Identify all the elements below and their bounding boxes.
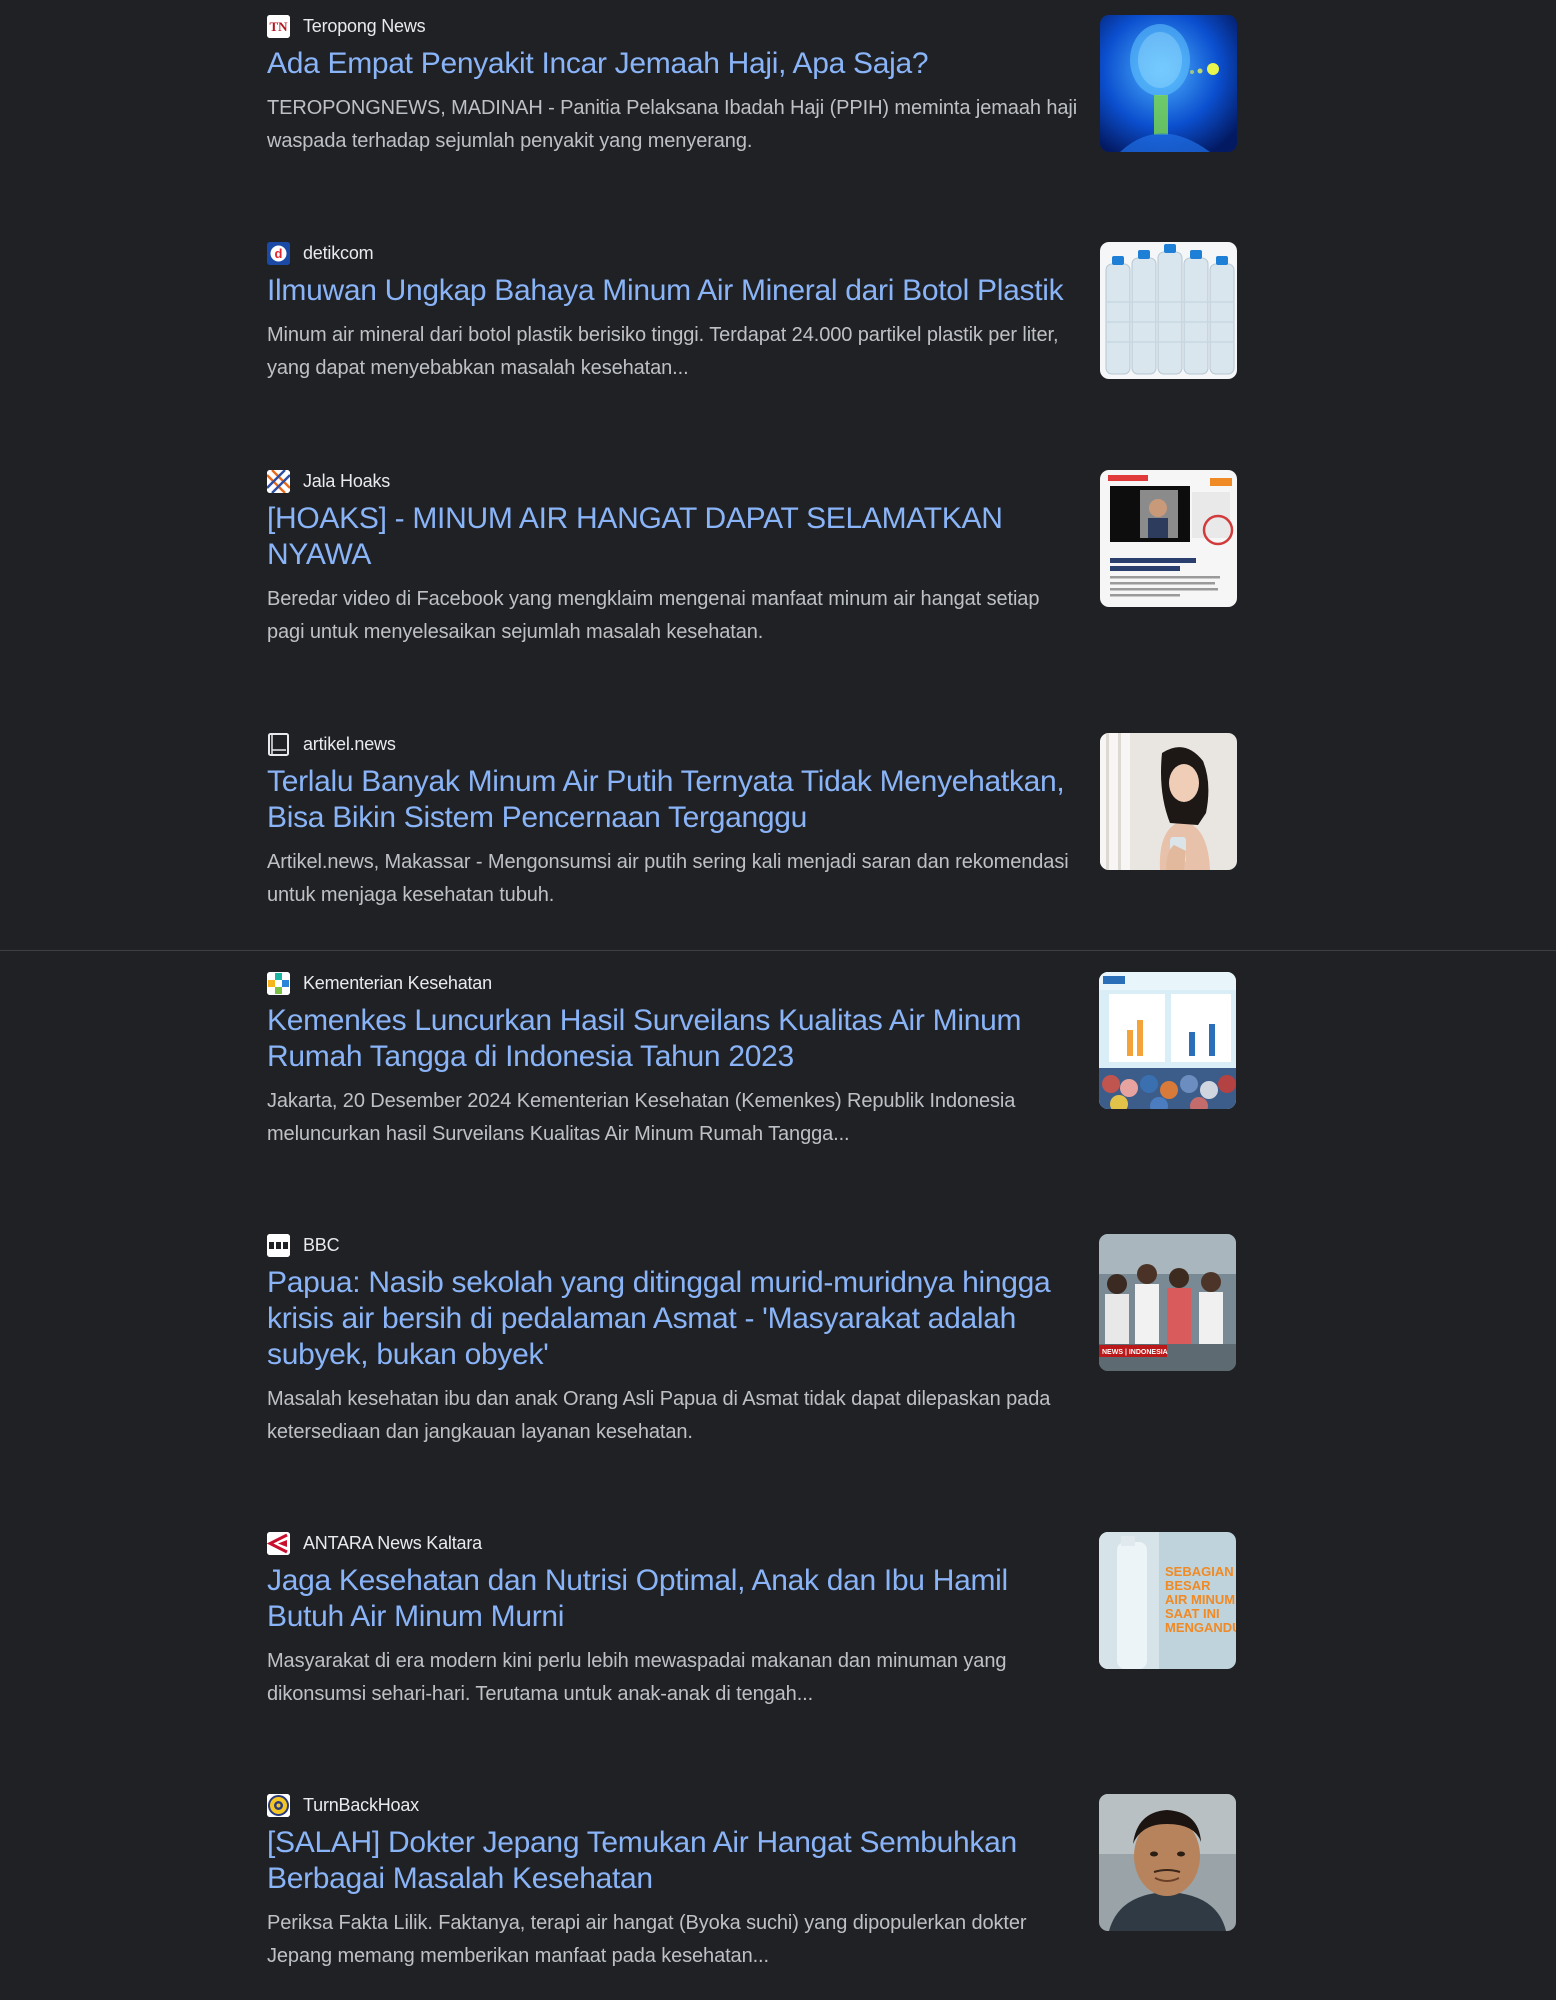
source-row[interactable]: artikel.news [267,732,1237,756]
source-name: Jala Hoaks [303,470,391,491]
article-title-link[interactable]: [SALAH] Dokter Jepang Temukan Air Hangat… [267,1825,1082,1897]
article-snippet: Minum air mineral dari botol plastik ber… [267,324,1059,379]
news-article-jala-hoaks: Jala Hoaks [HOAKS] - MINUM AIR HANGAT DA… [267,469,1237,649]
news-article-detikcom: d detikcom Ilmuwan Ungkap Bahaya Minum A… [267,241,1237,385]
source-row[interactable]: d detikcom [267,241,1237,265]
article-thumbnail[interactable] [1100,470,1237,607]
book-icon [267,732,290,756]
svg-text:MENGANDUN: MENGANDUN [1165,1620,1236,1635]
svg-text:NEWS | INDONESIA: NEWS | INDONESIA [1102,1349,1168,1356]
article-title-link[interactable]: Terlalu Banyak Minum Air Putih Ternyata … [267,764,1082,836]
article-snippet: Jakarta, 20 Desember 2024 Kementerian Ke… [267,1090,1016,1145]
detikcom-favicon-icon: d [267,241,290,265]
article-thumbnail[interactable] [1100,733,1237,870]
source-row[interactable]: TurnBackHoax [267,1793,1237,1817]
source-name: Kementerian Kesehatan [303,972,492,993]
article-snippet: Periksa Fakta Lilik. Faktanya, terapi ai… [267,1912,1027,1967]
source-row[interactable]: TN Teropong News [267,14,1237,38]
kemenkes-favicon-icon [267,971,290,995]
article-title-link[interactable]: Ilmuwan Ungkap Bahaya Minum Air Mineral … [267,273,1082,309]
source-row[interactable]: ANTARA News Kaltara [267,1531,1237,1555]
news-article-teropong: TN Teropong News Ada Empat Penyakit Inca… [267,14,1237,158]
article-snippet: Beredar video di Facebook yang mengklaim… [267,588,1040,643]
news-article-turnbackhoax: TurnBackHoax [SALAH] Dokter Jepang Temuk… [267,1793,1237,1973]
jala-hoaks-favicon-icon [267,469,290,493]
svg-text:SEBAGIAN: SEBAGIAN [1165,1564,1234,1579]
svg-text:BESAR: BESAR [1165,1578,1211,1593]
source-name: ANTARA News Kaltara [303,1532,482,1553]
source-name: BBC [303,1234,340,1255]
bbc-favicon-icon [267,1233,290,1257]
source-row[interactable]: Kementerian Kesehatan [267,971,1237,995]
news-feed: TN Teropong News Ada Empat Penyakit Inca… [0,0,1556,2000]
article-thumbnail[interactable] [1099,1794,1236,1931]
news-article-bbc: BBC Papua: Nasib sekolah yang ditinggal … [267,1233,1237,1449]
source-row[interactable]: BBC [267,1233,1237,1257]
source-row[interactable]: Jala Hoaks [267,469,1237,493]
section-divider [0,950,1556,951]
svg-text:d: d [275,246,283,261]
article-snippet: Masyarakat di era modern kini perlu lebi… [267,1650,1007,1705]
antara-favicon-icon [267,1531,290,1555]
article-snippet: Artikel.news, Makassar - Mengonsumsi air… [267,851,1069,906]
source-name: detikcom [303,242,374,263]
source-name: Teropong News [303,15,426,36]
news-article-artikel-news: artikel.news Terlalu Banyak Minum Air Pu… [267,732,1237,912]
article-title-link[interactable]: Papua: Nasib sekolah yang ditinggal muri… [267,1265,1082,1373]
news-article-antara: ANTARA News Kaltara Jaga Kesehatan dan N… [267,1531,1237,1711]
article-thumbnail[interactable]: NEWS | INDONESIA [1099,1234,1236,1371]
svg-text:SAAT INI: SAAT INI [1165,1606,1220,1621]
article-thumbnail[interactable]: SEBAGIAN BESAR AIR MINUM SAAT INI MENGAN… [1099,1532,1236,1669]
news-article-kemenkes: Kementerian Kesehatan Kemenkes Luncurkan… [267,971,1237,1151]
teropong-news-favicon-icon: TN [267,14,290,38]
article-title-link[interactable]: [HOAKS] - MINUM AIR HANGAT DAPAT SELAMAT… [267,501,1082,573]
article-title-link[interactable]: Ada Empat Penyakit Incar Jemaah Haji, Ap… [267,46,1082,82]
article-thumbnail[interactable] [1099,972,1236,1109]
article-snippet: Masalah kesehatan ibu dan anak Orang Asl… [267,1388,1051,1443]
article-thumbnail[interactable] [1100,15,1237,152]
article-thumbnail[interactable] [1100,242,1237,379]
article-title-link[interactable]: Kemenkes Luncurkan Hasil Surveilans Kual… [267,1003,1082,1075]
source-name: TurnBackHoax [303,1794,419,1815]
svg-text:AIR MINUM: AIR MINUM [1165,1592,1235,1607]
turnbackhoax-favicon-icon [267,1793,290,1817]
svg-text:TN: TN [269,19,288,34]
article-title-link[interactable]: Jaga Kesehatan dan Nutrisi Optimal, Anak… [267,1563,1082,1635]
source-name: artikel.news [303,733,396,754]
article-snippet: TEROPONGNEWS, MADINAH - Panitia Pelaksan… [267,97,1078,152]
